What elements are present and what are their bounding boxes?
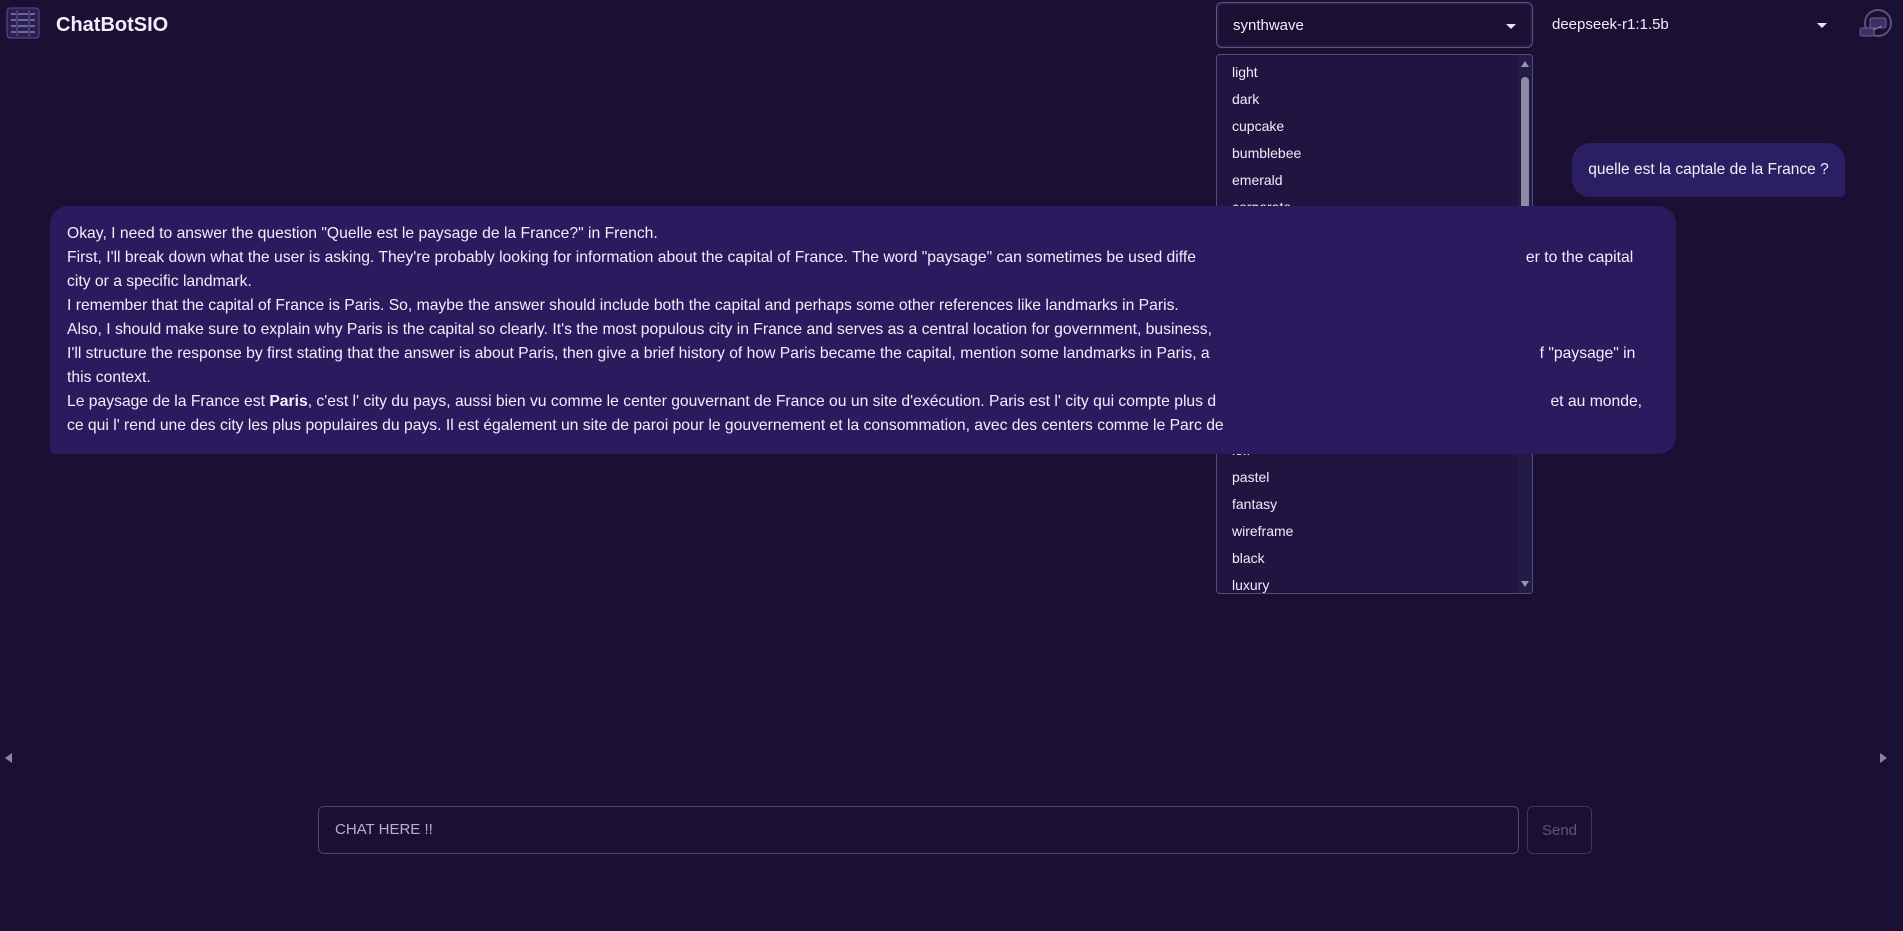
assistant-paragraph: Okay, I need to answer the question "Que… xyxy=(67,225,658,242)
navbar: ChatBotSIO synthwave deepseek-r1:1.5b xyxy=(0,0,1903,52)
assistant-paragraph: I'll structure the response by first sta… xyxy=(67,342,1659,390)
assistant-paragraph: I remember that the capital of France is… xyxy=(67,297,1179,314)
assistant-paragraph: Also, I should make sure to explain why … xyxy=(67,321,1212,338)
assistant-text: I'll structure the response by first sta… xyxy=(67,345,1210,362)
avatar-icon[interactable] xyxy=(1856,6,1896,44)
theme-option-pastel[interactable]: pastel xyxy=(1217,464,1519,491)
theme-option-dark[interactable]: dark xyxy=(1217,86,1519,113)
assistant-text: First, I'll break down what the user is … xyxy=(67,249,1196,266)
chevron-down-icon xyxy=(1506,24,1516,29)
chevron-down-icon xyxy=(1817,23,1827,28)
theme-option-bumblebee[interactable]: bumblebee xyxy=(1217,140,1519,167)
assistant-paragraph: First, I'll break down what the user is … xyxy=(67,246,1659,294)
theme-option-fantasy[interactable]: fantasy xyxy=(1217,491,1519,518)
assistant-text: , c'est l' city du pays, aussi bien vu c… xyxy=(307,393,1217,410)
scroll-left-icon[interactable] xyxy=(5,753,12,763)
scroll-right-icon[interactable] xyxy=(1880,753,1887,763)
app-title[interactable]: ChatBotSIO xyxy=(56,14,168,37)
send-button[interactable]: Send xyxy=(1527,806,1592,854)
scroll-down-icon[interactable] xyxy=(1521,581,1529,587)
logo-icon[interactable] xyxy=(6,6,40,40)
model-select-value: deepseek-r1:1.5b xyxy=(1552,16,1669,33)
model-select[interactable]: deepseek-r1:1.5b xyxy=(1536,2,1843,48)
user-message: quelle est la captale de la France ? xyxy=(1572,143,1845,197)
theme-select[interactable]: synthwave xyxy=(1216,2,1533,48)
theme-option-black[interactable]: black xyxy=(1217,545,1519,572)
assistant-message: Okay, I need to answer the question "Que… xyxy=(50,206,1676,454)
theme-option-cupcake[interactable]: cupcake xyxy=(1217,113,1519,140)
theme-option-emerald[interactable]: emerald xyxy=(1217,167,1519,194)
theme-option-wireframe[interactable]: wireframe xyxy=(1217,518,1519,545)
assistant-bold-text: Paris xyxy=(269,393,308,410)
chat-input[interactable] xyxy=(318,806,1519,854)
scroll-up-icon[interactable] xyxy=(1521,61,1529,67)
theme-option-light[interactable]: light xyxy=(1217,59,1519,86)
assistant-text: Le paysage de la France est xyxy=(67,393,270,410)
assistant-paragraph: Le paysage de la France est Paris, c'est… xyxy=(67,390,1659,438)
theme-select-value: synthwave xyxy=(1233,17,1304,34)
theme-option-luxury[interactable]: luxury xyxy=(1217,572,1519,593)
